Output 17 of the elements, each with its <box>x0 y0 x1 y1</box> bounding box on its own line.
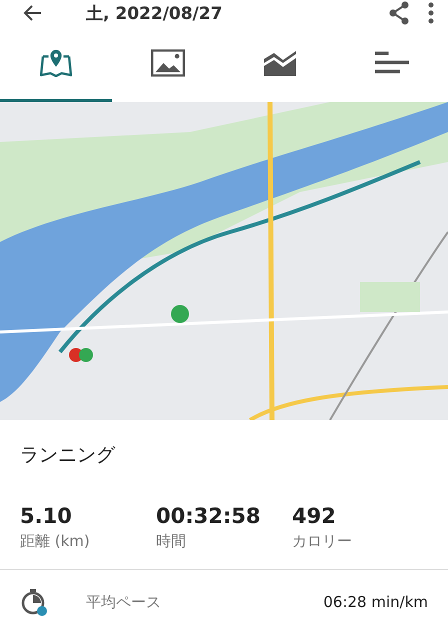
area-chart-icon <box>263 48 297 76</box>
share-icon[interactable] <box>388 1 410 25</box>
screen-title: 土, 2022/08/27 <box>85 2 224 24</box>
map-pin-icon <box>39 48 73 76</box>
detail-label: 平均ペース <box>85 592 162 612</box>
more-icon[interactable] <box>428 2 434 24</box>
detail-value: 06:28 min/km <box>323 593 428 611</box>
stopwatch-icon <box>20 588 48 616</box>
stat-value: 00:32:58 <box>156 504 262 528</box>
stat-label: 距離 (km) <box>20 532 91 551</box>
back-arrow-icon[interactable] <box>22 4 42 22</box>
stat-label: 時間 <box>156 532 187 551</box>
stat-label: カロリー <box>292 532 353 551</box>
stat-value: 492 <box>292 504 337 528</box>
image-icon <box>151 48 185 76</box>
activity-title: ランニング <box>19 443 116 468</box>
stat-value: 5.10 <box>20 504 73 528</box>
